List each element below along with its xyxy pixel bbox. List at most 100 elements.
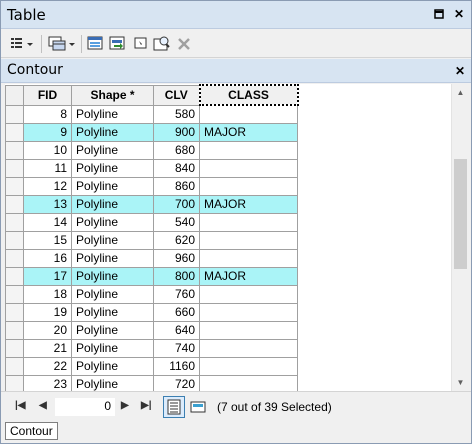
cell-fid[interactable]: 8 <box>23 104 72 124</box>
cell-clv[interactable]: 900 <box>153 122 200 142</box>
cell-shape[interactable]: Polyline <box>71 212 154 232</box>
cell-clv[interactable]: 680 <box>153 140 200 160</box>
next-record-icon[interactable]: ▶ <box>121 400 129 411</box>
cell-clv[interactable]: 740 <box>153 338 200 358</box>
cell-shape[interactable]: Polyline <box>71 230 154 250</box>
cell-class[interactable] <box>199 302 298 322</box>
cell-class[interactable] <box>199 356 298 376</box>
first-record-icon[interactable]: |◀ <box>15 400 26 411</box>
row-selector[interactable] <box>5 356 24 376</box>
cell-class[interactable] <box>199 212 298 232</box>
row-selector[interactable] <box>5 248 24 268</box>
row-selector[interactable] <box>5 302 24 322</box>
row-selector[interactable] <box>5 374 24 391</box>
cell-shape[interactable]: Polyline <box>71 374 154 391</box>
cell-clv[interactable]: 540 <box>153 212 200 232</box>
table-row[interactable]: 21 Polyline 740 <box>5 338 298 358</box>
last-record-icon[interactable]: ▶| <box>141 400 152 411</box>
scroll-down-icon[interactable]: ▼ <box>452 374 469 391</box>
cell-fid[interactable]: 19 <box>23 302 72 322</box>
cell-fid[interactable]: 16 <box>23 248 72 268</box>
cell-class[interactable] <box>199 176 298 196</box>
cell-clv[interactable]: 720 <box>153 374 200 391</box>
table-row[interactable]: 11 Polyline 840 <box>5 158 298 178</box>
cell-class[interactable] <box>199 104 298 124</box>
cell-class[interactable] <box>199 230 298 250</box>
pin-icon[interactable] <box>433 8 445 20</box>
cell-fid[interactable]: 9 <box>23 122 72 142</box>
vertical-scrollbar[interactable]: ▲ ▼ <box>451 84 468 391</box>
cell-fid[interactable]: 22 <box>23 356 72 376</box>
cell-clv[interactable]: 640 <box>153 320 200 340</box>
cell-clv[interactable]: 580 <box>153 104 200 124</box>
row-selector[interactable] <box>5 284 24 304</box>
show-selected-records-button[interactable] <box>187 396 209 418</box>
table-row[interactable]: 23 Polyline 720 <box>5 374 298 391</box>
row-selector[interactable] <box>5 194 24 214</box>
row-selector[interactable] <box>5 140 24 160</box>
switch-selection-button[interactable] <box>109 35 127 53</box>
cell-fid[interactable]: 21 <box>23 338 72 358</box>
row-selector[interactable] <box>5 230 24 250</box>
row-selector[interactable] <box>5 338 24 358</box>
cell-class[interactable] <box>199 374 298 391</box>
cell-shape[interactable]: Polyline <box>71 176 154 196</box>
column-header-clv[interactable]: CLV <box>153 84 200 106</box>
cell-shape[interactable]: Polyline <box>71 104 154 124</box>
cell-class[interactable] <box>199 320 298 340</box>
cell-fid[interactable]: 15 <box>23 230 72 250</box>
cell-class[interactable]: MAJOR <box>199 122 298 142</box>
cell-fid[interactable]: 18 <box>23 284 72 304</box>
cell-clv[interactable]: 960 <box>153 248 200 268</box>
cell-clv[interactable]: 760 <box>153 284 200 304</box>
cell-shape[interactable]: Polyline <box>71 248 154 268</box>
cell-shape[interactable]: Polyline <box>71 302 154 322</box>
table-row[interactable]: 8 Polyline 580 <box>5 104 298 124</box>
previous-record-icon[interactable]: ◀ <box>39 400 47 411</box>
cell-shape[interactable]: Polyline <box>71 194 154 214</box>
column-header-fid[interactable]: FID <box>23 84 72 106</box>
row-selector[interactable] <box>5 104 24 124</box>
cell-clv[interactable]: 620 <box>153 230 200 250</box>
related-tables-button[interactable] <box>47 35 77 53</box>
table-row[interactable]: 17 Polyline 800 MAJOR <box>5 266 298 286</box>
scroll-up-icon[interactable]: ▲ <box>452 84 469 101</box>
current-record-input[interactable]: 0 <box>55 398 115 416</box>
row-selector[interactable] <box>5 158 24 178</box>
window-titlebar[interactable]: Table ✕ <box>1 1 471 29</box>
column-header-shape[interactable]: Shape * <box>71 84 154 106</box>
cell-shape[interactable]: Polyline <box>71 320 154 340</box>
row-selector-header[interactable] <box>5 84 24 106</box>
row-selector[interactable] <box>5 212 24 232</box>
zoom-to-selected-button[interactable] <box>153 35 171 53</box>
cell-class[interactable] <box>199 158 298 178</box>
table-row[interactable]: 19 Polyline 660 <box>5 302 298 322</box>
delete-selected-button[interactable] <box>177 35 191 53</box>
cell-class[interactable] <box>199 140 298 160</box>
show-all-records-button[interactable] <box>163 396 185 418</box>
close-icon[interactable]: ✕ <box>453 8 465 20</box>
clear-selection-button[interactable] <box>133 35 149 53</box>
cell-shape[interactable]: Polyline <box>71 122 154 142</box>
close-icon[interactable]: ✕ <box>455 64 465 78</box>
table-row[interactable]: 9 Polyline 900 MAJOR <box>5 122 298 142</box>
table-row[interactable]: 16 Polyline 960 <box>5 248 298 268</box>
cell-shape[interactable]: Polyline <box>71 284 154 304</box>
cell-class[interactable] <box>199 338 298 358</box>
cell-fid[interactable]: 14 <box>23 212 72 232</box>
cell-shape[interactable]: Polyline <box>71 158 154 178</box>
table-row[interactable]: 12 Polyline 860 <box>5 176 298 196</box>
row-selector[interactable] <box>5 122 24 142</box>
cell-fid[interactable]: 12 <box>23 176 72 196</box>
row-selector[interactable] <box>5 176 24 196</box>
cell-fid[interactable]: 11 <box>23 158 72 178</box>
cell-fid[interactable]: 23 <box>23 374 72 391</box>
cell-clv[interactable]: 700 <box>153 194 200 214</box>
cell-clv[interactable]: 660 <box>153 302 200 322</box>
cell-class[interactable] <box>199 248 298 268</box>
table-row[interactable]: 18 Polyline 760 <box>5 284 298 304</box>
column-header-class[interactable]: CLASS <box>198 84 299 106</box>
table-row[interactable]: 20 Polyline 640 <box>5 320 298 340</box>
cell-clv[interactable]: 860 <box>153 176 200 196</box>
table-row[interactable]: 10 Polyline 680 <box>5 140 298 160</box>
